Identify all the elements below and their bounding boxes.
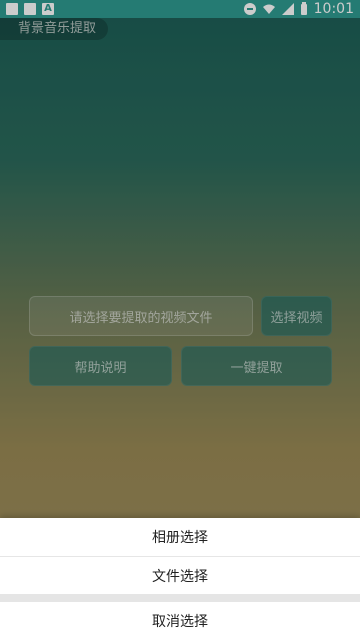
bottom-sheet: 相册选择 文件选择 取消选择 (0, 518, 360, 640)
cancel-select-option[interactable]: 取消选择 (0, 602, 360, 640)
sheet-divider (0, 594, 360, 602)
file-select-option[interactable]: 文件选择 (0, 556, 360, 595)
album-select-option[interactable]: 相册选择 (0, 518, 360, 556)
